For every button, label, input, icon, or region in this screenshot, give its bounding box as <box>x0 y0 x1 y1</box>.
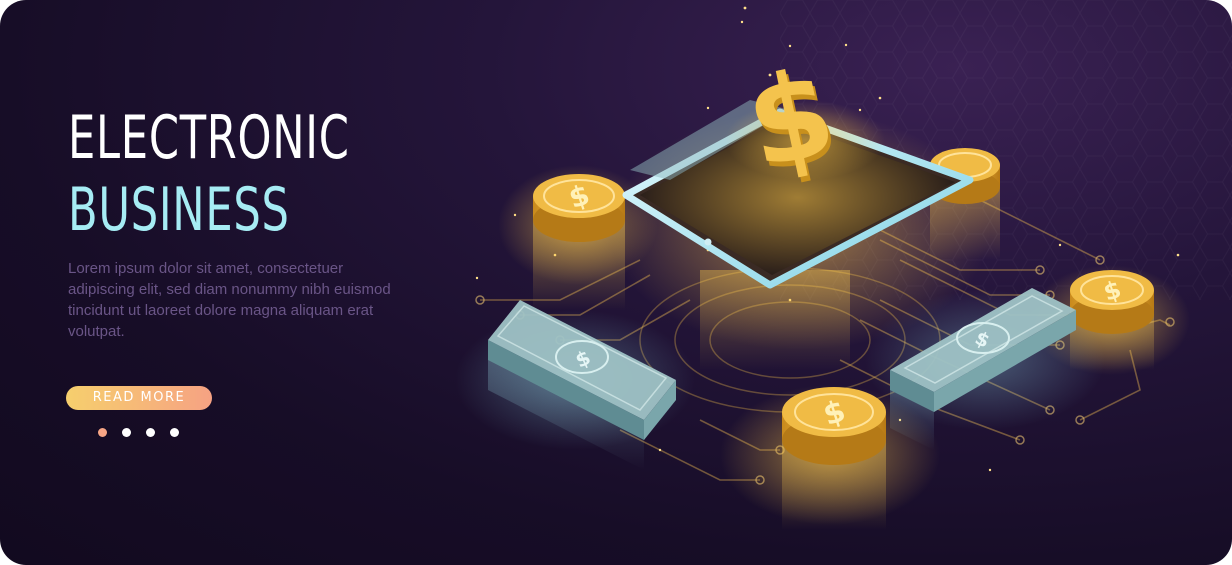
hero-title-line1: ELECTRONIC <box>68 103 350 173</box>
carousel-dots <box>98 428 179 438</box>
hero-title-line2: BUSINESS <box>68 175 290 245</box>
carousel-dot-2[interactable] <box>122 428 131 437</box>
carousel-dot-4[interactable] <box>170 428 179 437</box>
read-more-button[interactable]: READ MORE <box>66 386 212 410</box>
coin-stack-icon: $ <box>782 387 886 530</box>
hero-banner: $ $ $ $ $ $ $ ELECTRONIC BUSINESS Lorem … <box>0 0 1232 565</box>
carousel-dot-1[interactable] <box>98 428 107 437</box>
carousel-dot-3[interactable] <box>146 428 155 437</box>
coin-stack-icon: $ <box>533 174 625 310</box>
coin-stack-icon: $ <box>1070 270 1154 370</box>
coin-stack-icon <box>930 148 1000 260</box>
hero-description: Lorem ipsum dolor sit amet, consectetuer… <box>68 260 391 340</box>
